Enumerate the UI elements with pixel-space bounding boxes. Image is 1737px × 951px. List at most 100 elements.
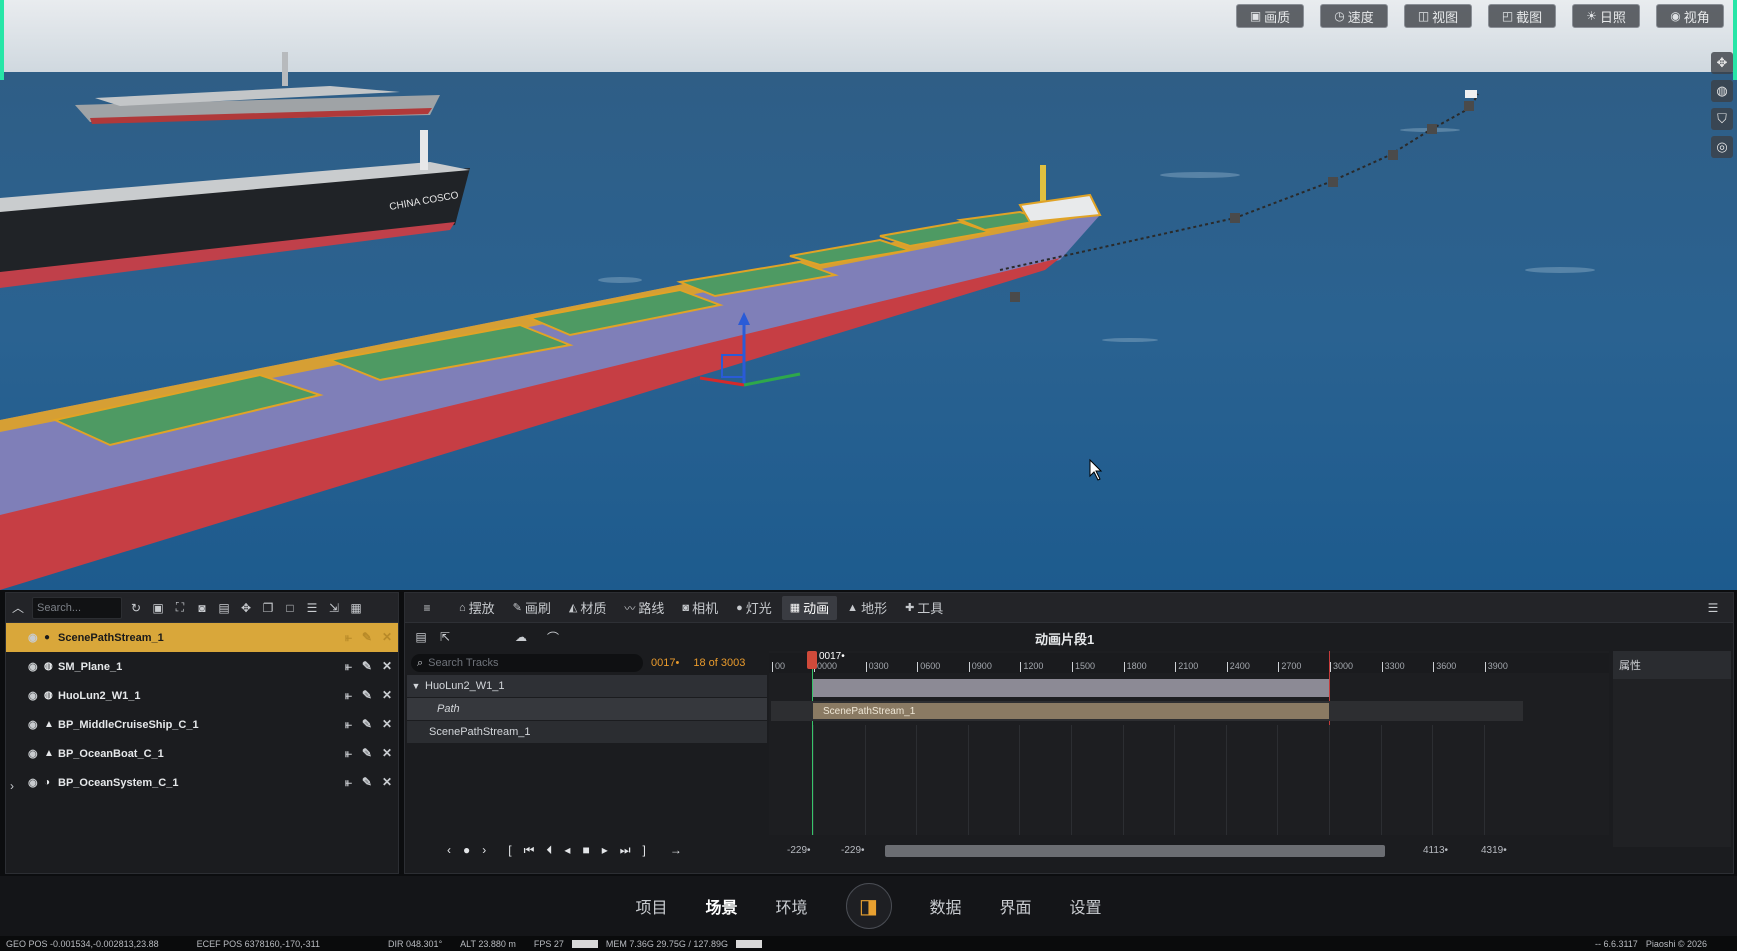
timeline-scrollbar[interactable] [885, 845, 1385, 857]
tab-place[interactable]: ⌂ 摆放 [451, 596, 503, 620]
home-icon[interactable]: ◨ [845, 883, 892, 929]
move-icon[interactable]: ✥ [238, 600, 254, 616]
external-link-icon[interactable]: ⇱ [437, 629, 453, 645]
visibility-icon[interactable]: ◉ [28, 660, 44, 673]
delete-icon[interactable]: ✕ [382, 688, 392, 703]
align-icon[interactable]: ⫦ [345, 688, 352, 703]
nav-item[interactable]: 环境 [775, 894, 807, 918]
outliner-item[interactable]: ◉ ◍ HuoLun2_W1_1 ⫦ ✎ ✕ [6, 681, 398, 710]
playhead-handle[interactable] [807, 651, 817, 669]
play-icon[interactable]: ▸ [602, 843, 608, 857]
outliner-item[interactable]: ◉ ● ScenePathStream_1 ⫦ ✎ ✕ [6, 623, 398, 652]
edit-icon[interactable]: ✎ [362, 659, 372, 674]
delete-icon[interactable]: ✕ [382, 717, 392, 732]
tab-route[interactable]: 〰路线 [616, 596, 672, 620]
tab-brush[interactable]: ✎ 画刷 [505, 596, 559, 620]
prev-key-icon[interactable]: ‹ [447, 843, 451, 857]
step-back-icon[interactable]: ⏴ [546, 843, 552, 858]
edit-icon[interactable]: ✎ [362, 688, 372, 703]
track-search-input[interactable]: ⌕ Search Tracks [411, 654, 643, 672]
expand-arrow-icon[interactable]: › [10, 779, 14, 793]
delete-icon[interactable]: ✕ [382, 659, 392, 674]
screenshot-button[interactable]: ◰ 截图 [1488, 4, 1556, 28]
sun-button[interactable]: ☀ 日照 [1572, 4, 1640, 28]
curve-editor-icon[interactable]: ⌒ [545, 629, 561, 645]
eye-button[interactable]: ◉ 视角 [1656, 4, 1724, 28]
nav-item[interactable]: 项目 [635, 894, 667, 918]
square-icon[interactable]: □ [282, 600, 298, 616]
track-row-path[interactable]: Path [407, 698, 767, 720]
tab-terrain[interactable]: ▲ 地形 [839, 596, 895, 620]
copy-icon[interactable]: ❐ [260, 600, 276, 616]
visibility-icon[interactable]: ◉ [28, 776, 44, 789]
film-icon[interactable]: ▤ [216, 600, 232, 616]
nav-item[interactable]: 界面 [1000, 894, 1032, 918]
outliner-item[interactable]: ◉ ◍ SM_Plane_1 ⫦ ✎ ✕ [6, 652, 398, 681]
tab-animation[interactable]: ▦ 动画 [781, 595, 838, 620]
align-icon[interactable]: ⫦ [345, 717, 352, 732]
align-icon[interactable]: ⫦ [345, 630, 352, 645]
collapse-track-icon[interactable]: ▼ [407, 681, 425, 691]
visibility-icon[interactable]: ◉ [28, 631, 44, 644]
arrow-right-icon[interactable]: → [670, 843, 682, 857]
range-start-icon[interactable]: [ [508, 843, 511, 857]
refresh-icon[interactable]: ↻ [128, 600, 144, 616]
collapse-icon[interactable]: ︿ [10, 600, 26, 616]
frame-icon[interactable]: ▣ [150, 600, 166, 616]
outliner-item[interactable]: ◉ ▲ BP_MiddleCruiseShip_C_1 ⫦ ✎ ✕ [6, 710, 398, 739]
speed-button[interactable]: ◷ 速度 [1320, 4, 1388, 28]
details-icon[interactable]: ▦ [348, 600, 364, 616]
visibility-icon[interactable]: ◉ [28, 747, 44, 760]
delete-icon[interactable]: ✕ [382, 746, 392, 761]
globe-icon[interactable]: ◍ [1711, 80, 1733, 102]
tab-camera[interactable]: ◙ 相机 [674, 596, 726, 620]
segment-scenepathstream[interactable]: ScenePathStream_1 [813, 703, 1329, 719]
list-icon[interactable]: ☰ [304, 600, 320, 616]
add-key-icon[interactable]: ● [463, 843, 470, 857]
visibility-icon[interactable]: ◉ [28, 689, 44, 702]
view-button[interactable]: ◫ 视图 [1404, 4, 1472, 28]
outliner-item[interactable]: ◉ ▲ BP_OceanBoat_C_1 ⫦ ✎ ✕ [6, 739, 398, 768]
align-icon[interactable]: ⫦ [345, 775, 352, 790]
time-ruler[interactable]: 00 0000 0300 0600 0900 1200 1500 1800 2100 2400 27… [769, 653, 1609, 673]
nav-item[interactable]: 数据 [930, 894, 962, 918]
go-end-icon[interactable]: ⏭ [620, 843, 631, 858]
delete-icon[interactable]: ✕ [382, 630, 392, 645]
move-icon[interactable]: ✥ [1711, 52, 1733, 74]
edit-icon[interactable]: ✎ [362, 746, 372, 761]
outliner-search-input[interactable]: Search... [32, 596, 122, 619]
tab-light[interactable]: ● 灯光 [728, 596, 780, 620]
edit-icon[interactable]: ✎ [362, 630, 372, 645]
align-icon[interactable]: ⫦ [345, 659, 352, 674]
timeline-area[interactable]: 00 0000 0300 0600 0900 1200 1500 1800 2100 2400 27… [769, 651, 1609, 835]
import-icon[interactable]: ⇲ [326, 600, 342, 616]
track-row-scenepathstream[interactable]: ScenePathStream_1 [407, 721, 767, 743]
track-list-icon[interactable]: ▤ [413, 629, 429, 645]
reverse-icon[interactable]: ◂ [564, 843, 570, 857]
tab-material[interactable]: ◭ 材质 [561, 596, 614, 620]
next-key-icon[interactable]: › [482, 843, 486, 857]
delete-icon[interactable]: ✕ [382, 775, 392, 790]
edit-icon[interactable]: ✎ [362, 775, 372, 790]
nav-item[interactable]: 设置 [1070, 894, 1102, 918]
globe-alt-icon[interactable]: ◎ [1711, 136, 1733, 158]
visibility-icon[interactable]: ◉ [28, 718, 44, 731]
image-button[interactable]: ▣ 画质 [1236, 4, 1304, 28]
camera-icon[interactable]: ◙ [194, 600, 210, 616]
focus-icon[interactable]: ⛶ [172, 600, 188, 616]
track-bar-huolun[interactable] [813, 679, 1329, 697]
stop-icon[interactable]: ■ [582, 843, 589, 857]
nav-item[interactable]: 场景 [705, 894, 737, 918]
align-icon[interactable]: ⫦ [345, 746, 352, 761]
3d-viewport[interactable]: CHINA COSCO ▣ 画质 ◷ 速度 ◫ 视图 ◰ 截图 ☀ 日照 ◉ 视… [0, 0, 1737, 590]
outliner-item[interactable]: ◉ ◑ BP_OceanSystem_C_1 ⫦ ✎ ✕ [6, 768, 398, 797]
track-row-huolun[interactable]: ▼ HuoLun2_W1_1 [407, 675, 767, 697]
cloud-icon[interactable]: ☁ [513, 629, 529, 645]
go-start-icon[interactable]: ⏮ [524, 843, 535, 858]
tab-tool[interactable]: ✚ 工具 [897, 596, 951, 620]
menu-icon[interactable]: ≡ [419, 600, 435, 616]
edit-icon[interactable]: ✎ [362, 717, 372, 732]
panel-menu-icon[interactable]: ☰ [1705, 600, 1721, 616]
range-end-icon[interactable]: ] [643, 843, 646, 857]
person-icon[interactable]: ⛉ [1711, 108, 1733, 130]
